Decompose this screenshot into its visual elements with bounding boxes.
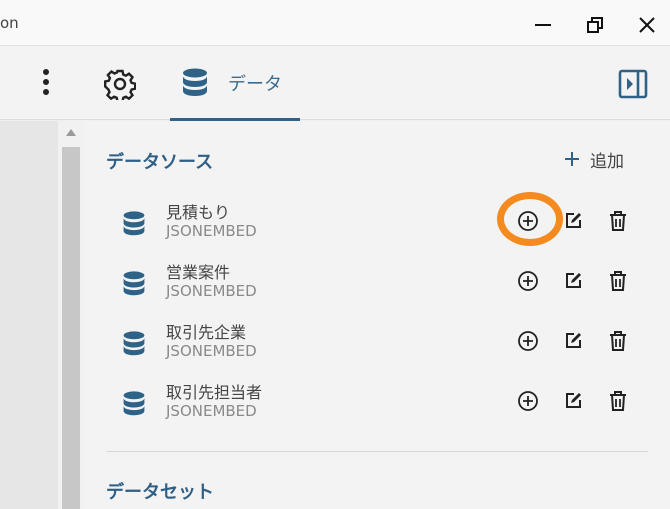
database-icon (123, 271, 145, 296)
add-dataset-button[interactable] (514, 387, 542, 415)
datasource-section-title: データソース (106, 152, 214, 173)
edit-button[interactable] (559, 207, 587, 235)
plus-icon (565, 152, 579, 166)
settings-button[interactable] (100, 64, 140, 104)
datasource-item[interactable]: 見積もり JSONEMBED (84, 195, 670, 255)
add-dataset-button[interactable] (514, 327, 542, 355)
datasource-name: 営業案件 (166, 263, 231, 282)
datasource-type: JSONEMBED (166, 222, 257, 240)
edit-button[interactable] (559, 387, 587, 415)
title-bar: on (0, 0, 670, 46)
close-button[interactable] (624, 8, 670, 42)
delete-button[interactable] (604, 327, 632, 355)
datasource-panel: データソース 追加 見積もり JSONEMBED 営業案件 JSONEMBED (84, 121, 670, 509)
trash-icon (610, 211, 626, 231)
plus-circle-icon (518, 331, 538, 351)
plus-circle-icon (518, 271, 538, 291)
panel-toggle-icon (618, 69, 648, 99)
left-pane (0, 121, 58, 509)
highlight-ring (497, 192, 563, 246)
window-title: on (0, 14, 19, 32)
close-icon (639, 17, 655, 33)
trash-icon (610, 331, 626, 351)
gear-icon (104, 69, 136, 100)
database-icon (123, 391, 145, 416)
restore-icon (587, 17, 603, 33)
database-icon (123, 331, 145, 356)
plus-circle-icon (518, 391, 538, 411)
edit-button[interactable] (559, 267, 587, 295)
scroll-thumb[interactable] (62, 147, 80, 509)
tab-data-label: データ (228, 74, 282, 95)
tab-data[interactable]: データ (170, 46, 300, 121)
scrollbar[interactable] (58, 121, 84, 509)
edit-button[interactable] (559, 327, 587, 355)
edit-icon (566, 393, 581, 408)
datasource-item[interactable]: 営業案件 JSONEMBED (84, 255, 670, 315)
minimize-button[interactable] (520, 8, 566, 42)
more-vertical-icon (43, 69, 49, 95)
database-icon (183, 68, 207, 96)
datasource-type: JSONEMBED (166, 342, 257, 360)
dataset-section-title: データセット (106, 482, 214, 503)
datasource-name: 取引先企業 (166, 323, 247, 342)
trash-icon (610, 271, 626, 291)
edit-icon (566, 213, 581, 228)
datasource-type: JSONEMBED (166, 402, 257, 420)
add-datasource-button[interactable]: 追加 (564, 145, 624, 173)
edit-icon (566, 273, 581, 288)
more-menu-button[interactable] (30, 64, 62, 100)
datasource-name: 取引先担当者 (166, 383, 263, 402)
trash-icon (610, 391, 626, 411)
add-datasource-label: 追加 (590, 151, 624, 172)
toggle-panel-button[interactable] (614, 66, 652, 102)
scroll-up-arrow-icon[interactable] (66, 129, 76, 136)
restore-button[interactable] (572, 8, 618, 42)
toolbar: データ (0, 46, 670, 121)
datasource-name: 見積もり (166, 203, 231, 222)
add-dataset-button[interactable] (514, 267, 542, 295)
datasource-type: JSONEMBED (166, 282, 257, 300)
section-divider (106, 451, 648, 452)
database-icon (123, 211, 145, 236)
delete-button[interactable] (604, 267, 632, 295)
datasource-item[interactable]: 取引先担当者 JSONEMBED (84, 375, 670, 435)
minimize-icon (535, 24, 551, 26)
delete-button[interactable] (604, 387, 632, 415)
edit-icon (566, 333, 581, 348)
delete-button[interactable] (604, 207, 632, 235)
datasource-item[interactable]: 取引先企業 JSONEMBED (84, 315, 670, 375)
